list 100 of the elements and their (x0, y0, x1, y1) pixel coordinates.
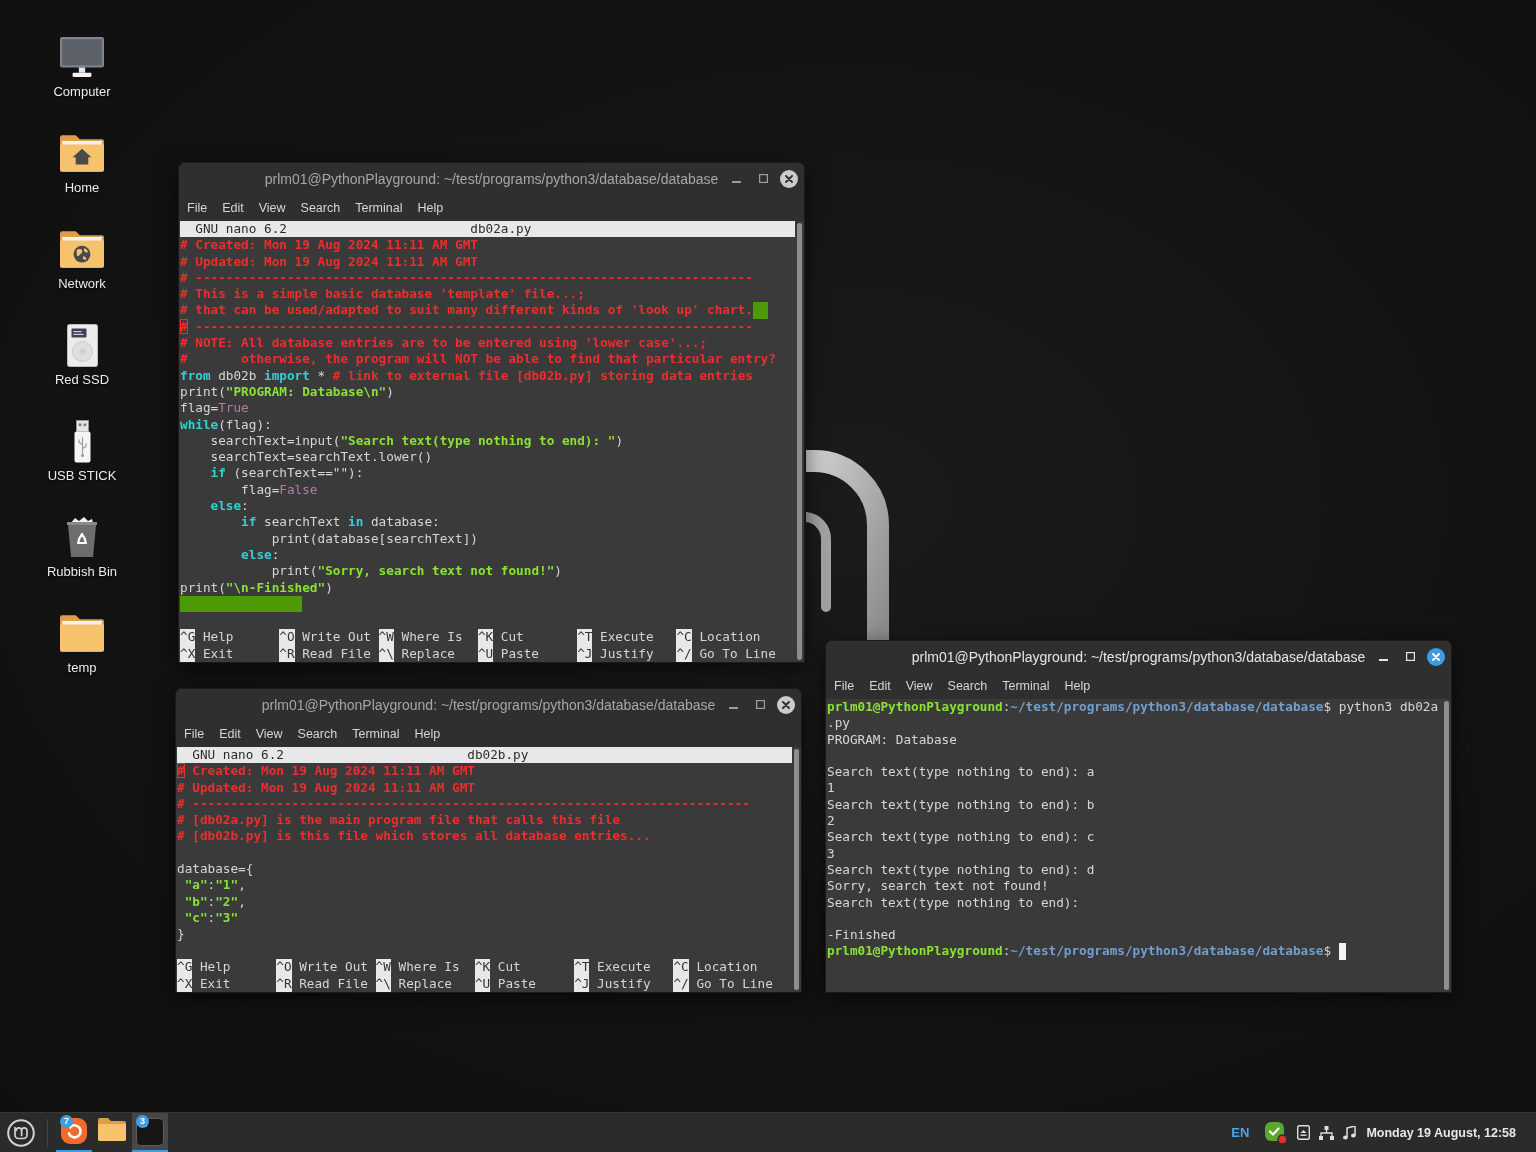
terminal-line: Search text(type nothing to end): (827, 894, 1080, 911)
keyboard-layout-indicator[interactable]: EN (1231, 1125, 1250, 1140)
desktop-icon-label[interactable]: Rubbish Bin (46, 564, 118, 579)
close-icon (782, 700, 790, 709)
shortcut-key: ^K (477, 629, 494, 646)
shortcut-label: Justify (600, 645, 654, 662)
shortcut-key: ^T (577, 629, 593, 646)
terminal-line: Search text(type nothing to end): d (827, 861, 1095, 879)
hard-drive-icon[interactable] (66, 323, 98, 367)
code-line: print("PROGRAM: Database\n") (180, 383, 394, 401)
home-folder-icon[interactable] (60, 134, 104, 172)
terminal-icon (136, 1118, 164, 1146)
terminal-line: Search text(type nothing to end): b (827, 796, 1095, 814)
globe-folder-icon[interactable] (60, 230, 104, 268)
terminal-line: Sorry, search text not found! (827, 878, 1049, 895)
network-icon (1319, 1125, 1335, 1140)
desktop-icon-label[interactable]: USB STICK (47, 468, 117, 483)
menu-item[interactable]: Edit (861, 674, 899, 697)
shortcut-label: Replace (398, 975, 452, 992)
shortcut-key: ^O (276, 959, 292, 976)
menu-item[interactable]: File (826, 674, 862, 697)
terminal-line: -Finished (827, 927, 896, 944)
shortcut-label: Read File (299, 975, 368, 992)
clock-text[interactable]: Monday 19 August, 12:58 (1366, 1125, 1516, 1140)
shortcut-label: Paste (497, 975, 536, 992)
menu-item[interactable]: Search (293, 196, 348, 219)
menu-item[interactable]: File (179, 196, 215, 219)
close-button[interactable] (780, 169, 798, 188)
menu-item[interactable]: Help (409, 196, 451, 219)
menu-item[interactable]: Terminal (994, 674, 1057, 697)
shortcut-label: Cut (497, 959, 521, 976)
shortcut-label: Exit (202, 645, 234, 662)
minimize-icon (731, 181, 741, 183)
menu-item[interactable]: Search (940, 674, 995, 697)
desktop-icon-label[interactable]: Home (64, 180, 100, 195)
code-line: "c":"3" (183, 909, 239, 927)
shortcut-label: Where Is (401, 629, 463, 646)
desktop-icon-label[interactable]: temp (67, 660, 97, 675)
window-count-badge: 7 (60, 1115, 73, 1128)
maximize-icon (755, 700, 765, 709)
code-line: # This is a simple basic database 'template' file...; (180, 286, 585, 303)
code-line: # that can be used/adapted to suit many different kinds of 'look up' chart. (180, 302, 753, 319)
code-line: # ------------------------------------------------------------------------- (180, 269, 753, 287)
menu-item[interactable]: View (248, 722, 291, 745)
minimize-icon (1378, 659, 1388, 661)
menu-item[interactable]: View (898, 674, 941, 697)
menu-item[interactable]: Help (1056, 674, 1098, 697)
menu-item[interactable]: Edit (214, 196, 252, 219)
scrollbar[interactable] (1444, 701, 1449, 990)
menu-item[interactable]: Edit (211, 722, 249, 745)
desktop-icon-label[interactable]: Computer (53, 84, 111, 99)
terminal-line: .py (827, 715, 850, 732)
code-line: # otherwise, the program will NOT be able to find that particular entry? (180, 351, 776, 368)
close-button[interactable] (1427, 647, 1445, 666)
shortcut-label: Replace (401, 645, 455, 662)
code-line: if searchText in database: (240, 514, 440, 531)
eject-icon (1297, 1125, 1311, 1140)
shortcut-key: ^W (375, 959, 391, 976)
shortcut-label: Location (699, 629, 761, 646)
editor-filename: db02b.py (467, 747, 529, 764)
code-line: # [db02b.py] is this file which stores all database entries... (177, 828, 651, 845)
maximize-icon (758, 174, 768, 183)
code-line: from db02b import * # link to external file [db02b.py] storing data entries (180, 367, 753, 384)
menu-item[interactable]: Search (290, 722, 345, 745)
close-button[interactable] (777, 695, 795, 714)
editor-version: GNU nano 6.2 (195, 221, 287, 238)
usb-stick-icon[interactable] (73, 419, 91, 463)
code-line: # Updated: Mon 19 Aug 2024 11:11 AM GMT (180, 253, 478, 270)
close-icon (785, 174, 793, 183)
terminal-line: 3 (827, 845, 835, 862)
desktop-icon-label[interactable]: Network (58, 276, 106, 291)
shortcut-label: Write Out (299, 959, 368, 976)
editor-version: GNU nano 6.2 (192, 747, 284, 764)
window-title: prlm01@PythonPlayground: ~/test/programs/python3/database/database (911, 648, 1366, 665)
menu-item[interactable]: Terminal (344, 722, 407, 745)
shortcut-label: Cut (500, 629, 524, 646)
code-line: print("\n-Finished") (180, 579, 333, 596)
code-line: # Updated: Mon 19 Aug 2024 11:11 AM GMT (177, 779, 475, 796)
scrollbar[interactable] (797, 223, 802, 660)
menu-item[interactable]: File (176, 722, 212, 745)
scrollbar[interactable] (794, 749, 799, 990)
terminal-line: Search text(type nothing to end): a (827, 764, 1095, 781)
whitespace-marker (752, 302, 769, 319)
check-badge-icon (1264, 1120, 1289, 1145)
window-title: prlm01@PythonPlayground: ~/test/programs/python3/database/database (264, 170, 719, 187)
shortcut-key: ^W (378, 629, 394, 646)
menu-item[interactable]: View (251, 196, 294, 219)
shortcut-key: ^O (279, 629, 295, 646)
terminal-line: PROGRAM: Database (827, 731, 957, 748)
terminal-line: Search text(type nothing to end): c (827, 829, 1095, 846)
folder-icon[interactable] (60, 614, 104, 652)
shortcut-label: Go To Line (696, 975, 773, 992)
monitor-icon[interactable] (60, 37, 104, 77)
code-line: while(flag): (180, 416, 272, 433)
shortcut-label: Where Is (398, 959, 460, 976)
code-line: searchText=searchText.lower() (209, 449, 433, 466)
menu-item[interactable]: Help (406, 722, 448, 745)
menu-item[interactable]: Terminal (347, 196, 410, 219)
trash-bin-icon[interactable] (67, 517, 97, 557)
desktop-icon-label[interactable]: Red SSD (54, 372, 110, 387)
